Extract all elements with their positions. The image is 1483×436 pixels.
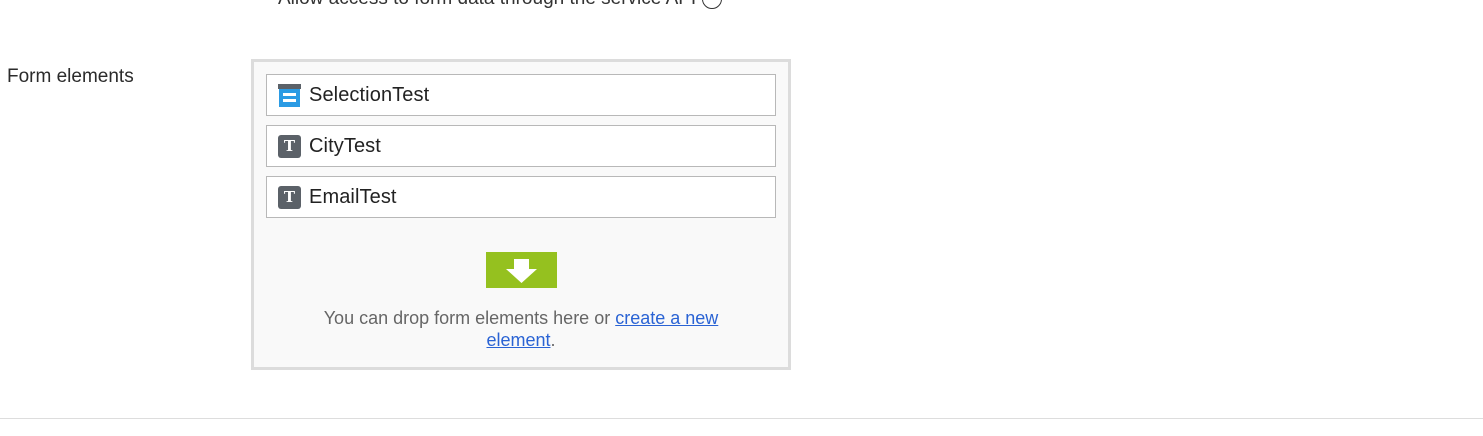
form-elements-container[interactable]: SelectionTest T CityTest T EmailTest You… xyxy=(251,59,791,370)
selection-icon xyxy=(278,83,301,107)
text-icon: T xyxy=(278,134,301,158)
api-access-label: Allow access to form data through the se… xyxy=(278,0,696,10)
form-element-name: CityTest xyxy=(309,134,381,157)
text-icon: T xyxy=(278,185,301,209)
drop-hint: You can drop form elements here or creat… xyxy=(311,307,731,351)
info-icon[interactable] xyxy=(702,0,723,9)
form-elements-label: Form elements xyxy=(7,66,134,87)
form-element-item-citytest[interactable]: T CityTest xyxy=(266,125,776,167)
drop-zone[interactable]: You can drop form elements here or creat… xyxy=(254,252,788,351)
form-element-item-selectiontest[interactable]: SelectionTest xyxy=(266,74,776,116)
form-element-item-emailtest[interactable]: T EmailTest xyxy=(266,176,776,218)
drop-down-arrow-icon xyxy=(485,252,557,288)
form-element-list: SelectionTest T CityTest T EmailTest xyxy=(266,74,776,227)
drop-hint-end: . xyxy=(550,330,556,350)
section-divider xyxy=(0,418,1483,419)
drop-hint-text: You can drop form elements here or xyxy=(323,308,611,328)
form-element-name: SelectionTest xyxy=(309,83,430,106)
api-access-option[interactable]: Allow access to form data through the se… xyxy=(278,0,723,10)
form-element-name: EmailTest xyxy=(309,185,397,208)
